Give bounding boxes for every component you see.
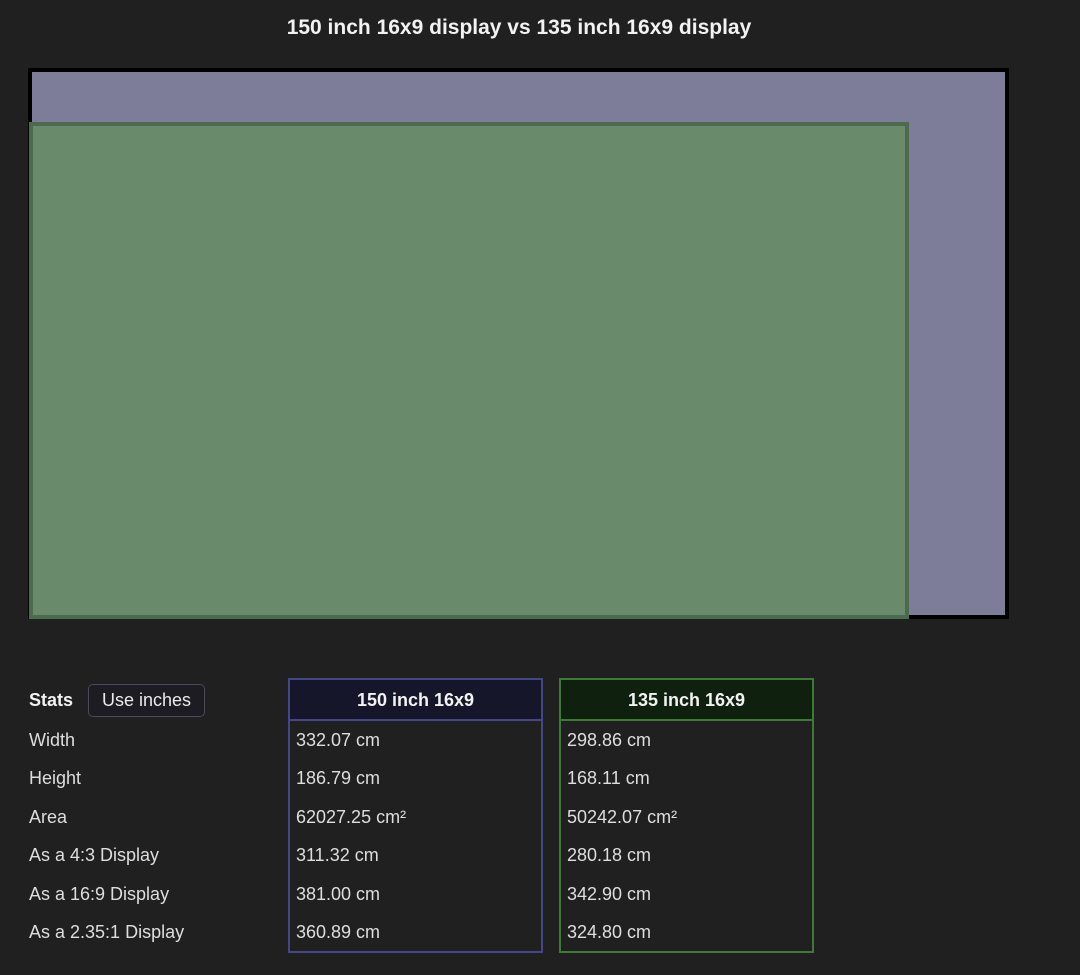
display-b-4-3: 280.18 cm [567, 845, 652, 866]
row-label-width: Width [29, 730, 76, 750]
row-label-4-3: As a 4:3 Display [29, 845, 160, 866]
display-b-2-35-1: 324.80 cm [567, 921, 652, 942]
stats-label: Stats [29, 689, 74, 710]
display-a-width: 332.07 cm [296, 730, 381, 750]
row-label-area: Area [29, 806, 68, 827]
display-a-2-35-1: 360.89 cm [296, 921, 381, 942]
display-a-4-3: 311.32 cm [296, 845, 379, 866]
display-b-rectangle [29, 122, 909, 619]
display-a-height: 186.79 cm [296, 768, 381, 789]
display-b-area: 50242.07 cm² [567, 806, 678, 827]
row-label-2-35-1: As a 2.35:1 Display [29, 921, 185, 942]
row-label-16-9: As a 16:9 Display [29, 883, 170, 904]
comparison-page: 150 inch 16x9 display vs 135 inch 16x9 d… [0, 0, 1080, 975]
display-a-area: 62027.25 cm² [296, 806, 407, 827]
display-b-stats-column: 135 inch 16x9 298.86 cm 168.11 cm 50242.… [559, 678, 814, 954]
display-a-stats-column: 150 inch 16x9 332.07 cm 186.79 cm 62027.… [288, 678, 543, 954]
display-b-header: 135 inch 16x9 [561, 680, 812, 721]
stats-header: Stats Use inches [29, 679, 279, 721]
display-a-header: 150 inch 16x9 [290, 680, 541, 721]
display-b-height: 168.11 cm [567, 768, 650, 789]
display-a-16-9: 381.00 cm [296, 883, 381, 904]
display-b-width: 298.86 cm [567, 730, 652, 750]
display-b-16-9: 342.90 cm [567, 883, 652, 904]
stats-labels-column: Stats Use inches Width Height Area As a … [29, 679, 279, 951]
row-label-height: Height [29, 768, 82, 789]
page-title: 150 inch 16x9 display vs 135 inch 16x9 d… [286, 16, 752, 39]
use-inches-button[interactable]: Use inches [88, 683, 206, 717]
